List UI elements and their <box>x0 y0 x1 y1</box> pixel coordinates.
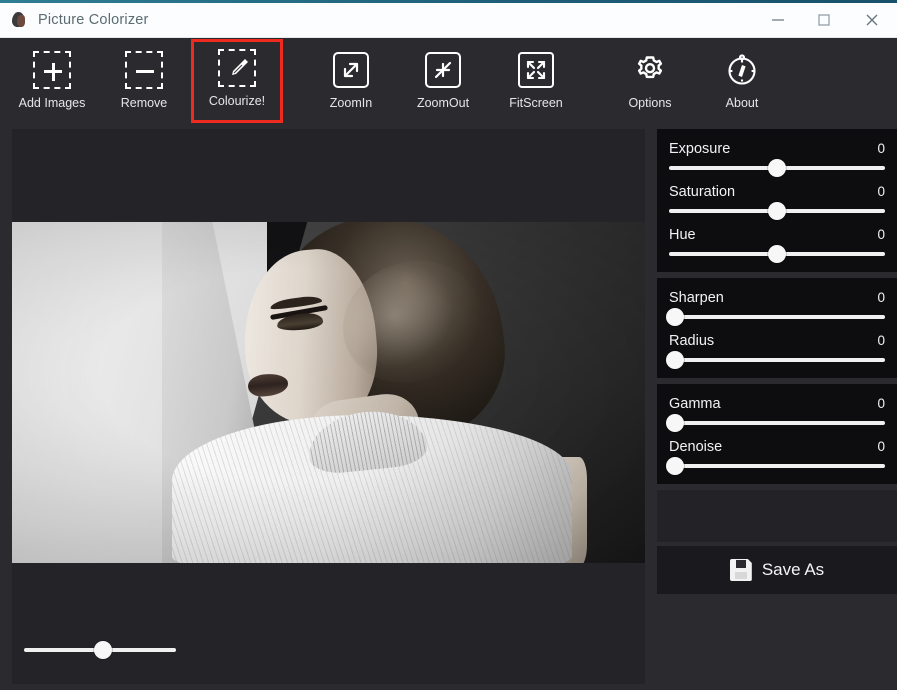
maximize-button[interactable] <box>801 3 847 38</box>
options-label: Options <box>628 96 672 110</box>
about-label: About <box>725 96 759 110</box>
colourize-button[interactable]: Colourize! <box>191 39 283 123</box>
window-title: Picture Colorizer <box>38 12 149 28</box>
fit-screen-arrows-icon <box>516 50 556 90</box>
radius-label: Radius <box>669 333 715 349</box>
slider-saturation[interactable]: Saturation 0 <box>669 184 885 220</box>
about-button[interactable]: About <box>696 41 788 121</box>
app-logo-icon <box>9 10 29 30</box>
adjust-group-color: Exposure 0 Saturation 0 Hue 0 <box>657 129 897 272</box>
colourize-label: Colourize! <box>208 94 266 108</box>
floppy-disk-save-icon <box>729 559 752 581</box>
saturation-thumb[interactable] <box>768 202 786 220</box>
sharpen-label: Sharpen <box>669 290 724 306</box>
zoom-in-arrows-icon <box>331 50 371 90</box>
slider-hue[interactable]: Hue 0 <box>669 227 885 263</box>
adjust-group-detail: Sharpen 0 Radius 0 <box>657 278 897 378</box>
gear-icon <box>630 50 670 90</box>
slider-radius[interactable]: Radius 0 <box>666 333 885 369</box>
dashed-square-eyedropper-icon <box>217 48 257 88</box>
title-bar: Picture Colorizer <box>0 3 897 38</box>
gamma-label: Gamma <box>669 396 721 412</box>
slider-exposure[interactable]: Exposure 0 <box>669 141 885 177</box>
hue-thumb[interactable] <box>768 245 786 263</box>
zoom-in-button[interactable]: ZoomIn <box>305 41 397 121</box>
image-canvas[interactable] <box>12 129 645 684</box>
options-button[interactable]: Options <box>604 41 696 121</box>
add-images-label: Add Images <box>18 96 86 110</box>
fit-screen-label: FitScreen <box>509 96 563 110</box>
slider-gamma[interactable]: Gamma 0 <box>666 396 885 432</box>
saturation-value: 0 <box>877 184 885 199</box>
saturation-label: Saturation <box>669 184 736 200</box>
fit-screen-button[interactable]: FitScreen <box>490 41 582 121</box>
compass-icon <box>722 50 762 90</box>
zoom-in-label: ZoomIn <box>329 96 373 110</box>
denoise-value: 0 <box>877 439 885 454</box>
gamma-thumb[interactable] <box>666 414 685 432</box>
gamma-value: 0 <box>877 396 885 411</box>
zoom-out-button[interactable]: ZoomOut <box>397 41 489 121</box>
sidebar-empty-area <box>657 490 897 542</box>
dashed-square-minus-icon <box>124 50 164 90</box>
remove-button[interactable]: Remove <box>98 41 190 121</box>
dashed-square-plus-icon <box>32 50 72 90</box>
zoom-out-label: ZoomOut <box>416 96 470 110</box>
hue-label: Hue <box>669 227 696 243</box>
zoom-slider-thumb[interactable] <box>94 641 113 659</box>
zoom-out-arrows-icon <box>423 50 463 90</box>
add-images-button[interactable]: Add Images <box>6 41 98 121</box>
exposure-label: Exposure <box>669 141 731 157</box>
slider-sharpen[interactable]: Sharpen 0 <box>666 290 885 326</box>
window-controls <box>755 3 897 38</box>
toolbar: Add Images Remove Colourize! ZoomIn Zoom… <box>0 39 897 125</box>
denoise-thumb[interactable] <box>666 457 685 475</box>
save-as-button[interactable]: Save As <box>657 546 897 594</box>
denoise-label: Denoise <box>669 439 723 455</box>
preview-image <box>12 222 645 563</box>
adjust-group-tone: Gamma 0 Denoise 0 <box>657 384 897 484</box>
radius-value: 0 <box>877 333 885 348</box>
sharpen-thumb[interactable] <box>666 308 685 326</box>
adjustments-sidebar: Exposure 0 Saturation 0 Hue 0 Sharpen 0 … <box>657 129 897 690</box>
minimize-button[interactable] <box>755 3 801 38</box>
zoom-slider[interactable] <box>24 641 176 659</box>
exposure-thumb[interactable] <box>768 159 786 177</box>
close-button[interactable] <box>847 3 897 38</box>
exposure-value: 0 <box>877 141 885 156</box>
remove-label: Remove <box>120 96 168 110</box>
hue-value: 0 <box>877 227 885 242</box>
sharpen-value: 0 <box>877 290 885 305</box>
radius-thumb[interactable] <box>666 351 685 369</box>
slider-denoise[interactable]: Denoise 0 <box>666 439 885 475</box>
save-as-label: Save As <box>761 560 825 579</box>
application-window: Picture Colorizer Add Images Remove Colo… <box>0 0 897 690</box>
